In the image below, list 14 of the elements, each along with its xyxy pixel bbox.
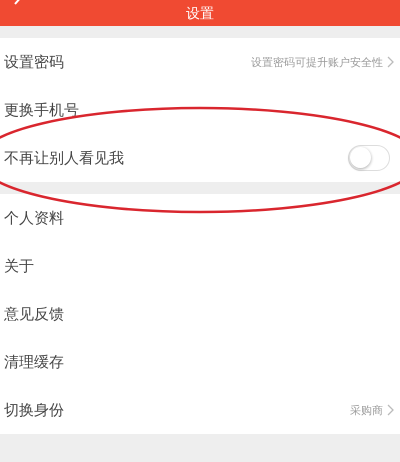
page-title: 设置: [186, 5, 214, 23]
setting-label[interactable]: 关于: [4, 256, 394, 276]
setting-value: 设置密码可提升账户安全性: [251, 54, 383, 70]
toggle-switch[interactable]: [348, 145, 390, 171]
setting-label[interactable]: 意见反馈: [4, 304, 394, 324]
setting-label[interactable]: 设置密码: [4, 52, 251, 72]
setting-label[interactable]: 个人资料: [4, 208, 394, 228]
setting-label[interactable]: 不再让别人看见我: [4, 148, 348, 168]
chevron-right-icon: [387, 56, 394, 68]
setting-label[interactable]: 切换身份: [4, 400, 350, 420]
setting-label[interactable]: 清理缓存: [4, 352, 394, 372]
setting-value: 采购商: [350, 402, 383, 418]
chevron-right-icon: [387, 404, 394, 416]
setting-label[interactable]: 更换手机号: [4, 100, 394, 120]
